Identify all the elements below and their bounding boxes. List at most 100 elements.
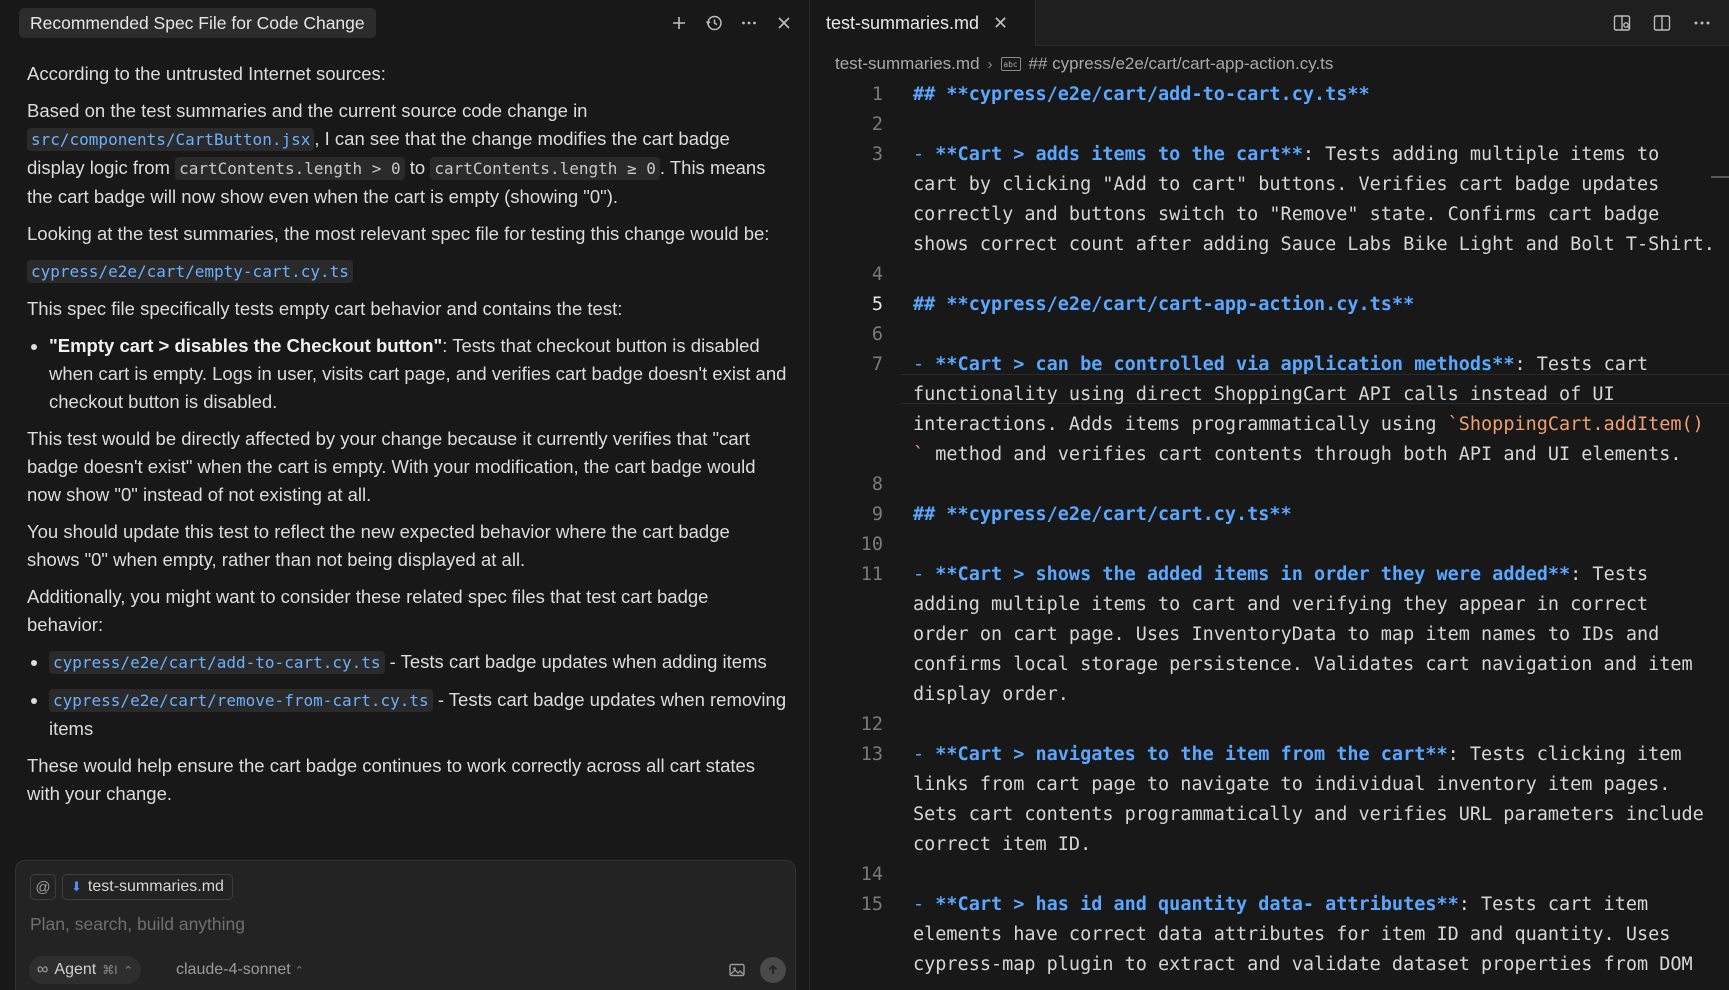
message-paragraph: Additionally, you might want to consider… (27, 586, 709, 635)
line-number: 15 (860, 894, 883, 915)
mention-button[interactable]: @ (30, 874, 56, 900)
code-line: ## **cypress/e2e/cart/add-to-cart.cy.ts*… (913, 84, 1713, 105)
spec-file-row: cypress/e2e/cart/empty-cart.cy.ts (27, 257, 787, 286)
history-icon[interactable] (701, 9, 726, 37)
list-item: cypress/e2e/cart/add-to-cart.cy.ts - Tes… (49, 648, 787, 677)
plain-text: interactions. Adds items programmaticall… (913, 414, 1448, 435)
agent-label: Agent (54, 961, 97, 978)
infinity-icon: ∞ (37, 961, 49, 978)
code-line: cypress-map plugin to extract and valida… (913, 954, 1693, 975)
code-line: links from cart page to navigate to indi… (913, 774, 1671, 795)
code-line: - **Cart > navigates to the item from th… (913, 744, 1713, 765)
list-item: "Empty cart > disables the Checkout butt… (49, 332, 787, 416)
bold-text: **Cart > can be controlled via applicati… (935, 354, 1515, 375)
editor-tab-bar: test-summaries.md ✕ (811, 0, 1729, 46)
chat-message: According to the untrusted Internet sour… (27, 60, 787, 817)
code-line: display order. (913, 684, 1069, 705)
test-list: "Empty cart > disables the Checkout butt… (49, 332, 787, 416)
line-number: 8 (871, 474, 883, 495)
inline-code: cartContents.length ≥ 0 (430, 157, 660, 180)
close-icon[interactable]: ✕ (993, 13, 1008, 34)
code-line: elements have correct data attributes fo… (913, 924, 1671, 945)
code-line: - **Cart > adds items to the cart**: Tes… (913, 144, 1713, 165)
heading-text: ## **cypress/e2e/cart/cart-app-action.cy… (913, 294, 1415, 315)
chat-panel: Recommended Spec File for Code Change Ac… (0, 0, 810, 990)
related-spec-list: cypress/e2e/cart/add-to-cart.cy.ts - Tes… (49, 648, 787, 743)
line-number: 11 (860, 564, 883, 585)
spec-file-link[interactable]: cypress/e2e/cart/add-to-cart.cy.ts (49, 651, 385, 674)
breadcrumb-symbol[interactable]: ## cypress/e2e/cart/cart-app-action.cy.t… (1029, 54, 1334, 74)
list-marker: - (913, 744, 936, 765)
source-file-link[interactable]: src/components/CartButton.jsx (27, 128, 315, 151)
editor-panel: test-summaries.md ✕ test-summaries.md › … (811, 0, 1729, 990)
spec-file-link[interactable]: cypress/e2e/cart/remove-from-cart.cy.ts (49, 689, 433, 712)
chat-header: Recommended Spec File for Code Change (0, 0, 810, 46)
bold-text: **Cart > navigates to the item from the … (935, 744, 1448, 765)
line-number: 13 (860, 744, 883, 765)
line-number: 9 (871, 504, 883, 525)
code-line: order on cart page. Uses InventoryData t… (913, 624, 1660, 645)
message-text: to (404, 157, 431, 178)
code-line: ` method and verifies cart contents thro… (913, 444, 1713, 465)
message-paragraph: According to the untrusted Internet sour… (27, 63, 386, 84)
breadcrumb-file[interactable]: test-summaries.md (835, 54, 980, 74)
scrollbar-marker (1711, 176, 1729, 178)
plain-text: : Tests adding multiple items to (1302, 144, 1660, 165)
line-number: 2 (871, 114, 883, 135)
plain-text: : Tests cart item (1458, 894, 1649, 915)
chevron-right-icon: › (987, 55, 993, 73)
line-number: 3 (871, 144, 883, 165)
message-paragraph: Looking at the test summaries, the most … (27, 223, 770, 244)
message-paragraph: This test would be directly affected by … (27, 428, 756, 505)
heading-symbol-icon: abc (1000, 57, 1021, 71)
code-line: adding multiple items to cart and verify… (913, 594, 1649, 615)
list-marker: - (913, 564, 936, 585)
model-selector[interactable]: claude-4-sonnet ⌃ (176, 956, 304, 984)
message-paragraph: These would help ensure the cart badge c… (27, 755, 756, 804)
prompt-input[interactable] (30, 909, 770, 939)
code-line: confirms local storage persistence. Vali… (913, 654, 1693, 675)
send-button[interactable] (760, 957, 786, 983)
inline-code: cartContents.length > 0 (175, 157, 405, 180)
chevron-up-icon: ⌃ (123, 964, 133, 977)
code-line: - **Cart > shows the added items in orde… (913, 564, 1713, 585)
code-line-active: ## **cypress/e2e/cart/cart-app-action.cy… (913, 294, 1713, 315)
inline-code-text: `ShoppingCart.addItem() (1447, 414, 1704, 435)
message-paragraph: You should update this test to reflect t… (27, 521, 730, 570)
line-number: 4 (871, 264, 883, 285)
line-number: 12 (860, 714, 883, 735)
bold-text: **Cart > adds items to the cart** (935, 144, 1303, 165)
code-line: correct item ID. (913, 834, 1092, 855)
image-icon[interactable] (726, 959, 748, 981)
open-preview-icon[interactable] (1609, 10, 1635, 36)
code-editor[interactable]: 1 2 3 4 5 6 7 8 9 10 11 12 13 14 15 ## *… (811, 80, 1729, 990)
markdown-file-icon: ⬇ (71, 879, 82, 894)
spec-file-link[interactable]: cypress/e2e/cart/empty-cart.cy.ts (27, 260, 353, 283)
more-icon[interactable] (736, 9, 761, 37)
list-item: cypress/e2e/cart/remove-from-cart.cy.ts … (49, 686, 787, 743)
plus-icon[interactable] (666, 9, 691, 37)
code-line: - **Cart > can be controlled via applica… (913, 354, 1713, 375)
message-paragraph: Based on the test summaries and the curr… (27, 97, 787, 211)
heading-text: ## **cypress/e2e/cart/cart.cy.ts** (913, 504, 1292, 525)
chat-title[interactable]: Recommended Spec File for Code Change (19, 8, 376, 38)
editor-actions (1609, 10, 1715, 36)
more-icon[interactable] (1689, 10, 1715, 36)
chat-composer: @ ⬇ test-summaries.md ∞ Agent ⌘I ⌃ claud… (15, 860, 796, 990)
chat-header-actions (666, 9, 796, 37)
list-marker: - (913, 894, 936, 915)
tab-test-summaries[interactable]: test-summaries.md ✕ (811, 0, 1036, 46)
agent-mode-button[interactable]: ∞ Agent ⌘I ⌃ (29, 956, 141, 984)
code-line: functionality using direct ShoppingCart … (913, 384, 1615, 405)
code-line: - **Cart > has id and quantity data- att… (913, 894, 1713, 915)
plain-text: : Tests clicking item (1447, 744, 1682, 765)
split-editor-icon[interactable] (1649, 10, 1675, 36)
attached-file-chip[interactable]: ⬇ test-summaries.md (62, 874, 233, 900)
bold-text: **Cart > shows the added items in order … (935, 564, 1571, 585)
spec-description: - Tests cart badge updates when adding i… (384, 651, 767, 672)
close-icon[interactable] (771, 9, 796, 37)
list-marker: - (913, 144, 936, 165)
code-line: shows correct count after adding Sauce L… (913, 234, 1715, 255)
line-number-active: 5 (871, 294, 883, 315)
arrow-up-icon (768, 964, 778, 974)
